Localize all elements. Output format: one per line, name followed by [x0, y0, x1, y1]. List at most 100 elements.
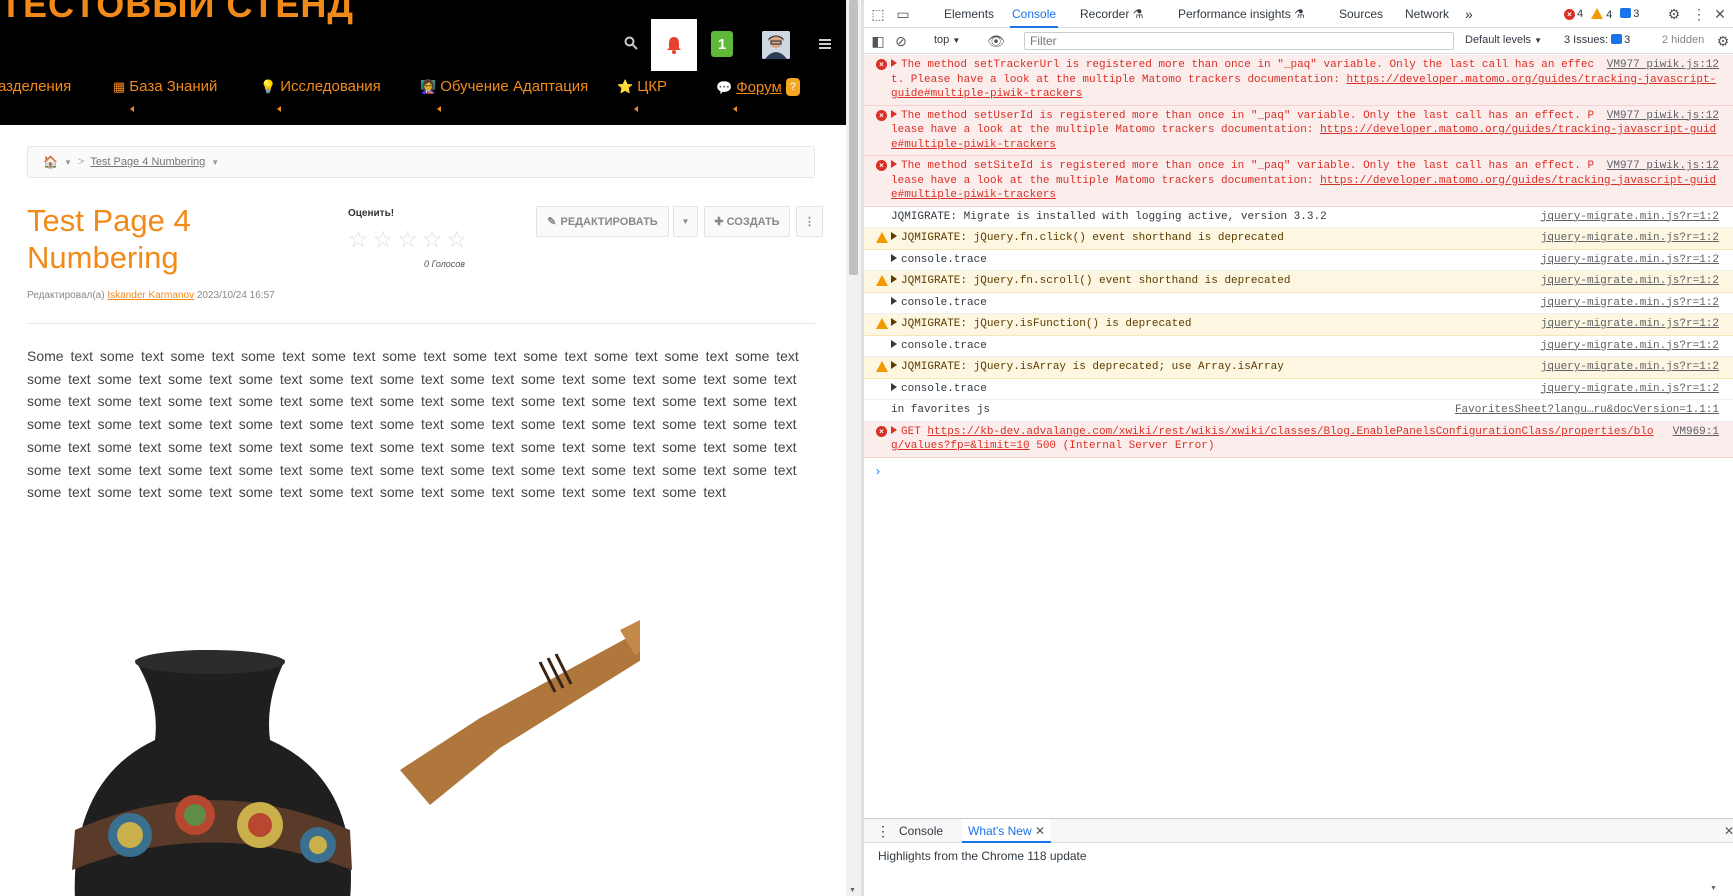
breadcrumb-current-page[interactable]: Test Page 4 Numbering: [90, 156, 205, 168]
expand-triangle-icon[interactable]: [891, 160, 897, 168]
expand-triangle-icon[interactable]: [891, 318, 897, 326]
source-link[interactable]: jquery-migrate.min.js?r=1:2: [1541, 360, 1719, 375]
chevron-down-icon[interactable]: ▼: [64, 158, 72, 167]
tab-recorder[interactable]: Recorder ⚗: [1080, 0, 1143, 28]
console-prompt-icon[interactable]: ›: [876, 464, 880, 478]
expand-triangle-icon[interactable]: [891, 253, 897, 262]
source-link[interactable]: FavoritesSheet?langu…ru&docVersion=1.1:1: [1455, 403, 1719, 418]
scroll-down-arrow-icon[interactable]: ▼: [849, 887, 856, 894]
source-link[interactable]: jquery-migrate.min.js?r=1:2: [1541, 382, 1719, 397]
drawer-tab-console[interactable]: Console: [899, 819, 943, 843]
expand-triangle-icon[interactable]: [891, 339, 897, 348]
tab-network[interactable]: Network: [1405, 0, 1449, 28]
nav-item-knowledge-base[interactable]: ▦ База Знаний: [113, 78, 217, 112]
drawer-menu-icon[interactable]: ⋮: [876, 819, 890, 843]
device-toolbar-icon[interactable]: ▭: [894, 5, 912, 23]
expand-triangle-icon[interactable]: [891, 296, 897, 305]
chevron-down-icon[interactable]: ▼: [211, 158, 219, 167]
eye-icon[interactable]: 👁: [987, 32, 1005, 50]
create-button[interactable]: ✚ СОЗДАТЬ: [704, 206, 790, 237]
search-icon[interactable]: [620, 32, 642, 54]
console-message-error[interactable]: × VM969:1 GET https://kb-dev.advalange.com…: [864, 421, 1733, 458]
hamburger-menu-icon[interactable]: [814, 33, 836, 55]
expand-triangle-icon[interactable]: [891, 275, 897, 283]
console-message-log[interactable]: jquery-migrate.min.js?r=1:2 console.trace: [864, 379, 1733, 400]
star-icon[interactable]: ☆: [373, 227, 394, 251]
tab-elements[interactable]: Elements: [944, 0, 994, 28]
source-link[interactable]: jquery-migrate.min.js?r=1:2: [1541, 339, 1719, 354]
context-selector[interactable]: top ▼: [934, 34, 960, 46]
close-drawer-icon[interactable]: ✕: [1724, 819, 1733, 843]
edit-button[interactable]: ✎ РЕДАКТИРОВАТЬ: [536, 206, 669, 237]
source-link[interactable]: jquery-migrate.min.js?r=1:2: [1541, 210, 1719, 225]
star-icon[interactable]: ☆: [422, 227, 443, 251]
clear-console-icon[interactable]: ⊘: [892, 32, 910, 50]
console-message-log[interactable]: jquery-migrate.min.js?r=1:2 JQMIGRATE: Mi…: [864, 207, 1733, 228]
console-message-warn[interactable]: jquery-migrate.min.js?r=1:2 JQMIGRATE: jQ…: [864, 314, 1733, 336]
warning-icon: [876, 232, 888, 243]
console-message-warn[interactable]: jquery-migrate.min.js?r=1:2 JQMIGRATE: jQ…: [864, 228, 1733, 250]
user-avatar[interactable]: [762, 31, 790, 59]
sidebar-toggle-icon[interactable]: ◧: [869, 32, 887, 50]
tab-console[interactable]: Console: [1010, 0, 1059, 28]
gear-icon[interactable]: ⚙: [1714, 32, 1732, 50]
expand-triangle-icon[interactable]: [891, 361, 897, 369]
kebab-menu-icon[interactable]: ⋮: [1690, 5, 1708, 23]
issues-button[interactable]: 3 Issues: 3: [1564, 34, 1630, 46]
edit-dropdown-button[interactable]: ▼: [673, 206, 698, 237]
gear-icon[interactable]: ⚙: [1665, 5, 1683, 23]
nav-item-divisions[interactable]: азделения: [0, 78, 71, 95]
console-message-error[interactable]: × VM977 piwik.js:12 The method setUserId i…: [864, 105, 1733, 156]
more-actions-icon[interactable]: ⋮: [796, 206, 823, 237]
tab-sources[interactable]: Sources: [1339, 0, 1383, 28]
console-message-log[interactable]: jquery-migrate.min.js?r=1:2 console.trace: [864, 250, 1733, 271]
console-message-warn[interactable]: jquery-migrate.min.js?r=1:2 JQMIGRATE: jQ…: [864, 357, 1733, 379]
expand-triangle-icon[interactable]: [891, 109, 897, 118]
source-link[interactable]: jquery-migrate.min.js?r=1:2: [1541, 317, 1719, 332]
console-message-log[interactable]: jquery-migrate.min.js?r=1:2 console.trace: [864, 293, 1733, 314]
inspect-element-icon[interactable]: ⬚: [869, 5, 887, 23]
nav-item-research[interactable]: 💡 Исследования: [260, 78, 381, 112]
scrollbar-thumb[interactable]: [849, 0, 858, 275]
filter-input[interactable]: [1024, 32, 1454, 50]
star-icon[interactable]: ☆: [447, 227, 468, 251]
source-link[interactable]: jquery-migrate.min.js?r=1:2: [1541, 253, 1719, 268]
tab-performance-insights[interactable]: Performance insights ⚗: [1178, 0, 1305, 28]
expand-triangle-icon[interactable]: [891, 382, 897, 391]
source-link[interactable]: VM977 piwik.js:12: [1607, 109, 1719, 124]
source-link[interactable]: jquery-migrate.min.js?r=1:2: [1541, 274, 1719, 289]
source-link[interactable]: VM977 piwik.js:12: [1607, 58, 1719, 73]
page-scrollbar[interactable]: ▼: [846, 0, 861, 896]
drawer-tab-whats-new[interactable]: What's New ✕: [962, 819, 1052, 843]
console-message-error[interactable]: × VM977 piwik.js:12 The method setTrackerU…: [864, 55, 1733, 106]
author-link[interactable]: Iskander Karmanov: [107, 290, 194, 301]
console-message-warn[interactable]: jquery-migrate.min.js?r=1:2 JQMIGRATE: jQ…: [864, 271, 1733, 293]
log-levels-dropdown[interactable]: Default levels ▼: [1465, 34, 1542, 46]
expand-triangle-icon[interactable]: [891, 425, 897, 434]
close-icon[interactable]: ✕: [1035, 824, 1045, 838]
source-link[interactable]: jquery-migrate.min.js?r=1:2: [1541, 296, 1719, 311]
site-title[interactable]: ТЕСТОВЫЙ СТЕНД: [0, 0, 354, 26]
console-counters[interactable]: × 4 4 3: [1564, 0, 1639, 28]
expand-triangle-icon[interactable]: [891, 232, 897, 240]
message-link[interactable]: https://kb-dev.advalange.com/xwiki/rest/…: [891, 426, 1654, 453]
source-link[interactable]: VM977 piwik.js:12: [1607, 159, 1719, 174]
expand-triangle-icon[interactable]: [891, 59, 897, 67]
notification-count-badge[interactable]: 1: [711, 31, 733, 57]
star-rating[interactable]: ☆ ☆ ☆ ☆ ☆: [348, 227, 467, 251]
console-message-log[interactable]: jquery-migrate.min.js?r=1:2 console.trace: [864, 336, 1733, 357]
scroll-down-arrow-icon[interactable]: ▼: [1710, 885, 1717, 892]
source-link[interactable]: jquery-migrate.min.js?r=1:2: [1541, 231, 1719, 246]
notifications-bell-icon[interactable]: [651, 19, 697, 71]
nav-item-training[interactable]: 👩‍🏫 Обучение Адаптация: [420, 78, 588, 112]
console-message-log[interactable]: FavoritesSheet?langu…ru&docVersion=1.1:1…: [864, 400, 1733, 422]
nav-item-ckr[interactable]: ⭐ ЦКР: [617, 78, 667, 112]
more-tabs-icon[interactable]: »: [1465, 0, 1473, 28]
star-icon[interactable]: ☆: [348, 227, 369, 251]
source-link[interactable]: VM969:1: [1673, 425, 1719, 440]
console-message-error[interactable]: × VM977 piwik.js:12 The method setSiteId i…: [864, 156, 1733, 207]
home-icon[interactable]: 🏠: [43, 155, 58, 169]
nav-item-forum[interactable]: 💬 Форум?: [716, 78, 800, 112]
close-icon[interactable]: ✕: [1711, 5, 1729, 23]
star-icon[interactable]: ☆: [397, 227, 418, 251]
